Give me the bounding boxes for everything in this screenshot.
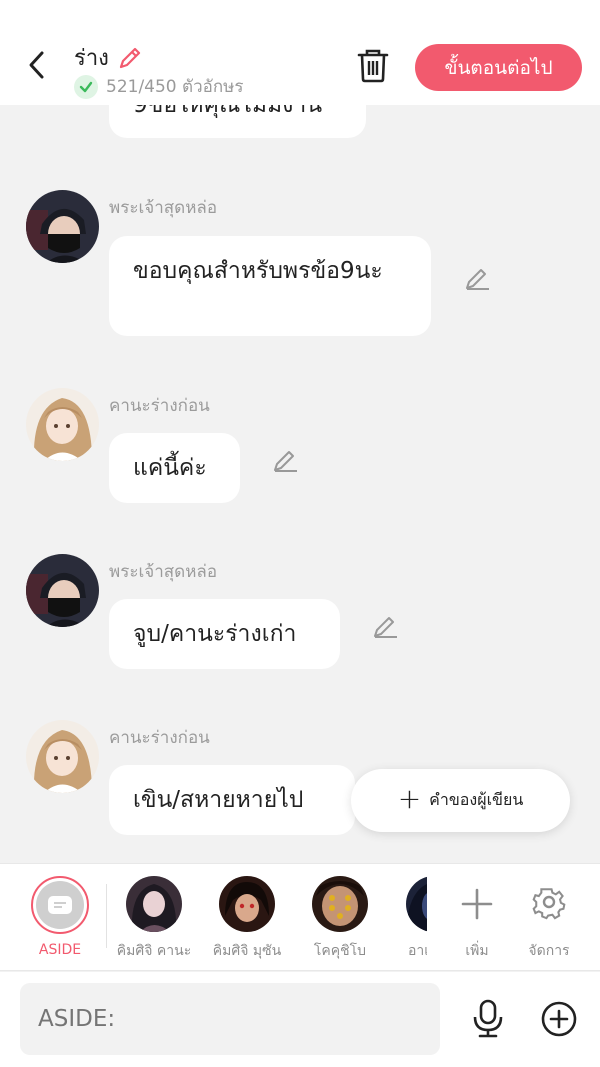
trash-icon[interactable] [356, 48, 390, 84]
character-item[interactable]: อาเ [379, 876, 427, 962]
character-aside[interactable]: ASIDE [20, 876, 100, 958]
speaker-name: คานะร่างก่อน [109, 396, 210, 416]
input-bar [0, 972, 600, 1067]
divider [106, 884, 107, 948]
message-bubble[interactable]: จูบ/คานะร่างเก่า [109, 599, 340, 669]
manage-label: จัดการ [528, 943, 570, 959]
avatar[interactable] [26, 388, 99, 461]
pencil-icon[interactable] [463, 264, 491, 292]
gear-icon [532, 888, 566, 920]
back-button[interactable] [22, 50, 52, 80]
message-bubble[interactable]: เขิน/สหายหายไป [109, 765, 355, 835]
character-bar: ASIDE คิมศิจิ คานะ คิมศิจิ มุซัน โคคุชิโ… [0, 863, 600, 971]
message-icon [48, 896, 72, 914]
avatar[interactable] [26, 720, 99, 793]
character-label: โคคุชิโบ [313, 943, 367, 959]
character-avatar [406, 876, 427, 932]
speaker-name: พระเจ้าสุดหล่อ [109, 562, 218, 582]
plus-icon [461, 888, 493, 920]
page-title: ร่าง [74, 46, 109, 71]
message-bubble[interactable]: ขอบคุณสำหรับพรข้อ9นะ [109, 236, 431, 336]
character-avatar [219, 876, 275, 932]
character-count: 521/450 ตัวอักษร [74, 73, 243, 100]
add-circle-icon[interactable] [540, 1000, 578, 1038]
plus-icon: + [397, 782, 422, 815]
next-step-button[interactable]: ขั้นตอนต่อไป [415, 44, 582, 91]
microphone-icon[interactable] [470, 999, 506, 1039]
avatar[interactable] [26, 554, 99, 627]
character-label: อาเ [408, 943, 427, 959]
character-label: คิมศิจิ คานะ [116, 943, 192, 959]
pencil-icon[interactable] [117, 45, 143, 71]
add-character-button[interactable]: เพิ่ม [437, 876, 517, 962]
manage-characters-button[interactable]: จัดการ [509, 876, 589, 962]
message-bubble[interactable]: แค่นี้ค่ะ [109, 433, 240, 503]
character-item[interactable]: คิมศิจิ มุซัน [207, 876, 287, 962]
author-note-label: คำของผู้เขียน [429, 790, 524, 809]
pencil-icon[interactable] [271, 446, 299, 474]
header-bar: ร่าง 521/450 ตัวอักษร ขั้นตอนต่อไป [0, 0, 600, 105]
count-text: 521/450 ตัวอักษร [106, 77, 244, 97]
pencil-icon[interactable] [371, 612, 399, 640]
character-avatar [312, 876, 368, 932]
title-row: ร่าง [74, 40, 143, 75]
character-label: ASIDE [38, 942, 82, 958]
message-input[interactable] [20, 983, 440, 1055]
speaker-name: พระเจ้าสุดหล่อ [109, 198, 218, 218]
character-avatar [126, 876, 182, 932]
check-icon [74, 74, 98, 99]
character-item[interactable]: โคคุชิโบ [300, 876, 380, 962]
character-item[interactable]: คิมศิจิ คานะ [114, 876, 194, 962]
chevron-left-icon [29, 51, 44, 79]
speaker-name: คานะร่างก่อน [109, 728, 210, 748]
chat-area[interactable]: 9ข้อให้คุณไม่มีงาน พระเจ้าสุดหล่อ ขอบคุณ… [0, 0, 600, 863]
character-label: คิมศิจิ มุซัน [212, 943, 282, 959]
author-note-button[interactable]: + คำของผู้เขียน [351, 769, 570, 832]
add-label: เพิ่ม [465, 943, 489, 959]
avatar[interactable] [26, 190, 99, 263]
